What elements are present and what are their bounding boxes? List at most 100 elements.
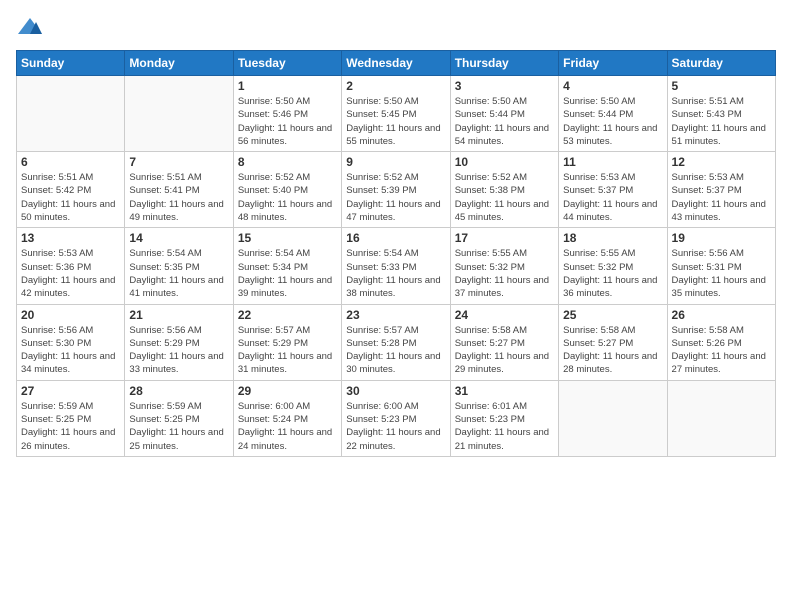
calendar-cell: 7Sunrise: 5:51 AM Sunset: 5:41 PM Daylig… [125,152,233,228]
column-header-monday: Monday [125,51,233,76]
day-number: 4 [563,79,662,93]
day-number: 10 [455,155,554,169]
calendar-cell: 14 Sunrise: 5:54 AM Sunset: 5:35 PM Dayli… [125,228,233,304]
calendar-cell: 6 Sunrise: 5:51 AM Sunset: 5:42 PM Daylig… [17,152,125,228]
day-info: Sunrise: 5:52 AM Sunset: 5:38 PM Dayligh… [455,171,554,224]
day-info: Sunrise: 5:52 AM Sunset: 5:40 PM Dayligh… [238,171,337,224]
calendar-cell: 3 Sunrise: 5:50 AM Sunset: 5:44 PM Daylig… [450,76,558,152]
day-info: Sunrise: 5:58 AM Sunset: 5:27 PM Dayligh… [563,324,662,377]
day-number: 20 [21,308,120,322]
day-info: Sunrise: 5:53 AM Sunset: 5:37 PM Dayligh… [563,171,662,224]
day-info: Sunrise: 5:50 AM Sunset: 5:44 PM Dayligh… [563,95,662,148]
calendar-cell: 18 Sunrise: 5:55 AM Sunset: 5:32 PM Dayli… [559,228,667,304]
day-number: 24 [455,308,554,322]
day-number: 2 [346,79,445,93]
calendar-cell [667,380,775,456]
day-info: Sunrise: 5:52 AM Sunset: 5:39 PM Dayligh… [346,171,445,224]
day-number: 27 [21,384,120,398]
day-info: Sunrise: 5:54 AM Sunset: 5:34 PM Dayligh… [238,247,337,300]
day-number: 31 [455,384,554,398]
day-number: 11 [563,155,662,169]
day-info: Sunrise: 5:58 AM Sunset: 5:26 PM Dayligh… [672,324,771,377]
day-number: 22 [238,308,337,322]
day-number: 28 [129,384,228,398]
calendar-cell: 20 Sunrise: 5:56 AM Sunset: 5:30 PM Dayli… [17,304,125,380]
calendar-cell: 19Sunrise: 5:56 AM Sunset: 5:31 PM Dayli… [667,228,775,304]
day-number: 17 [455,231,554,245]
day-number: 1 [238,79,337,93]
calendar-cell: 28 Sunrise: 5:59 AM Sunset: 5:25 PM Dayli… [125,380,233,456]
day-info: Sunrise: 5:57 AM Sunset: 5:28 PM Dayligh… [346,324,445,377]
calendar-cell [125,76,233,152]
calendar-cell: 13Sunrise: 5:53 AM Sunset: 5:36 PM Dayli… [17,228,125,304]
calendar-cell: 27 Sunrise: 5:59 AM Sunset: 5:25 PM Dayli… [17,380,125,456]
day-number: 8 [238,155,337,169]
calendar-cell: 23 Sunrise: 5:57 AM Sunset: 5:28 PM Dayli… [342,304,450,380]
column-header-tuesday: Tuesday [233,51,341,76]
day-info: Sunrise: 5:59 AM Sunset: 5:25 PM Dayligh… [129,400,228,453]
day-info: Sunrise: 5:57 AM Sunset: 5:29 PM Dayligh… [238,324,337,377]
day-number: 15 [238,231,337,245]
day-number: 7 [129,155,228,169]
column-header-sunday: Sunday [17,51,125,76]
calendar-week-row: 6 Sunrise: 5:51 AM Sunset: 5:42 PM Daylig… [17,152,776,228]
day-number: 29 [238,384,337,398]
day-info: Sunrise: 5:54 AM Sunset: 5:33 PM Dayligh… [346,247,445,300]
calendar-week-row: 27 Sunrise: 5:59 AM Sunset: 5:25 PM Dayli… [17,380,776,456]
day-info: Sunrise: 5:59 AM Sunset: 5:25 PM Dayligh… [21,400,120,453]
day-number: 14 [129,231,228,245]
calendar-week-row: 20 Sunrise: 5:56 AM Sunset: 5:30 PM Dayli… [17,304,776,380]
day-number: 9 [346,155,445,169]
column-header-wednesday: Wednesday [342,51,450,76]
day-number: 26 [672,308,771,322]
calendar-cell: 24 Sunrise: 5:58 AM Sunset: 5:27 PM Dayli… [450,304,558,380]
calendar-cell: 29Sunrise: 6:00 AM Sunset: 5:24 PM Dayli… [233,380,341,456]
day-info: Sunrise: 5:53 AM Sunset: 5:37 PM Dayligh… [672,171,771,224]
day-info: Sunrise: 5:50 AM Sunset: 5:45 PM Dayligh… [346,95,445,148]
calendar-table: SundayMondayTuesdayWednesdayThursdayFrid… [16,50,776,457]
day-info: Sunrise: 5:56 AM Sunset: 5:31 PM Dayligh… [672,247,771,300]
day-number: 21 [129,308,228,322]
logo-icon [16,16,44,38]
day-info: Sunrise: 5:56 AM Sunset: 5:29 PM Dayligh… [129,324,228,377]
calendar-cell [559,380,667,456]
calendar-cell: 15 Sunrise: 5:54 AM Sunset: 5:34 PM Dayli… [233,228,341,304]
day-number: 5 [672,79,771,93]
column-header-friday: Friday [559,51,667,76]
day-info: Sunrise: 5:55 AM Sunset: 5:32 PM Dayligh… [563,247,662,300]
calendar-week-row: 13Sunrise: 5:53 AM Sunset: 5:36 PM Dayli… [17,228,776,304]
day-info: Sunrise: 5:51 AM Sunset: 5:42 PM Dayligh… [21,171,120,224]
day-info: Sunrise: 6:00 AM Sunset: 5:23 PM Dayligh… [346,400,445,453]
calendar-cell: 9 Sunrise: 5:52 AM Sunset: 5:39 PM Daylig… [342,152,450,228]
calendar-cell: 22 Sunrise: 5:57 AM Sunset: 5:29 PM Dayli… [233,304,341,380]
day-number: 23 [346,308,445,322]
day-number: 18 [563,231,662,245]
calendar-cell: 2 Sunrise: 5:50 AM Sunset: 5:45 PM Daylig… [342,76,450,152]
day-info: Sunrise: 5:50 AM Sunset: 5:46 PM Dayligh… [238,95,337,148]
calendar-cell: 1 Sunrise: 5:50 AM Sunset: 5:46 PM Daylig… [233,76,341,152]
calendar-cell: 11 Sunrise: 5:53 AM Sunset: 5:37 PM Dayli… [559,152,667,228]
calendar-cell: 5 Sunrise: 5:51 AM Sunset: 5:43 PM Daylig… [667,76,775,152]
day-number: 25 [563,308,662,322]
day-number: 13 [21,231,120,245]
calendar-cell: 8 Sunrise: 5:52 AM Sunset: 5:40 PM Daylig… [233,152,341,228]
calendar-week-row: 1 Sunrise: 5:50 AM Sunset: 5:46 PM Daylig… [17,76,776,152]
day-info: Sunrise: 5:54 AM Sunset: 5:35 PM Dayligh… [129,247,228,300]
day-info: Sunrise: 5:56 AM Sunset: 5:30 PM Dayligh… [21,324,120,377]
page-header [16,16,776,38]
calendar-cell: 4 Sunrise: 5:50 AM Sunset: 5:44 PM Daylig… [559,76,667,152]
calendar-header-row: SundayMondayTuesdayWednesdayThursdayFrid… [17,51,776,76]
calendar-cell: 12 Sunrise: 5:53 AM Sunset: 5:37 PM Dayli… [667,152,775,228]
calendar-cell: 31Sunrise: 6:01 AM Sunset: 5:23 PM Dayli… [450,380,558,456]
day-info: Sunrise: 5:51 AM Sunset: 5:43 PM Dayligh… [672,95,771,148]
calendar-cell: 30Sunrise: 6:00 AM Sunset: 5:23 PM Dayli… [342,380,450,456]
day-info: Sunrise: 5:58 AM Sunset: 5:27 PM Dayligh… [455,324,554,377]
day-number: 12 [672,155,771,169]
calendar-cell: 17 Sunrise: 5:55 AM Sunset: 5:32 PM Dayli… [450,228,558,304]
calendar-cell: 26 Sunrise: 5:58 AM Sunset: 5:26 PM Dayli… [667,304,775,380]
day-info: Sunrise: 5:50 AM Sunset: 5:44 PM Dayligh… [455,95,554,148]
day-number: 3 [455,79,554,93]
column-header-saturday: Saturday [667,51,775,76]
day-info: Sunrise: 5:55 AM Sunset: 5:32 PM Dayligh… [455,247,554,300]
day-number: 6 [21,155,120,169]
